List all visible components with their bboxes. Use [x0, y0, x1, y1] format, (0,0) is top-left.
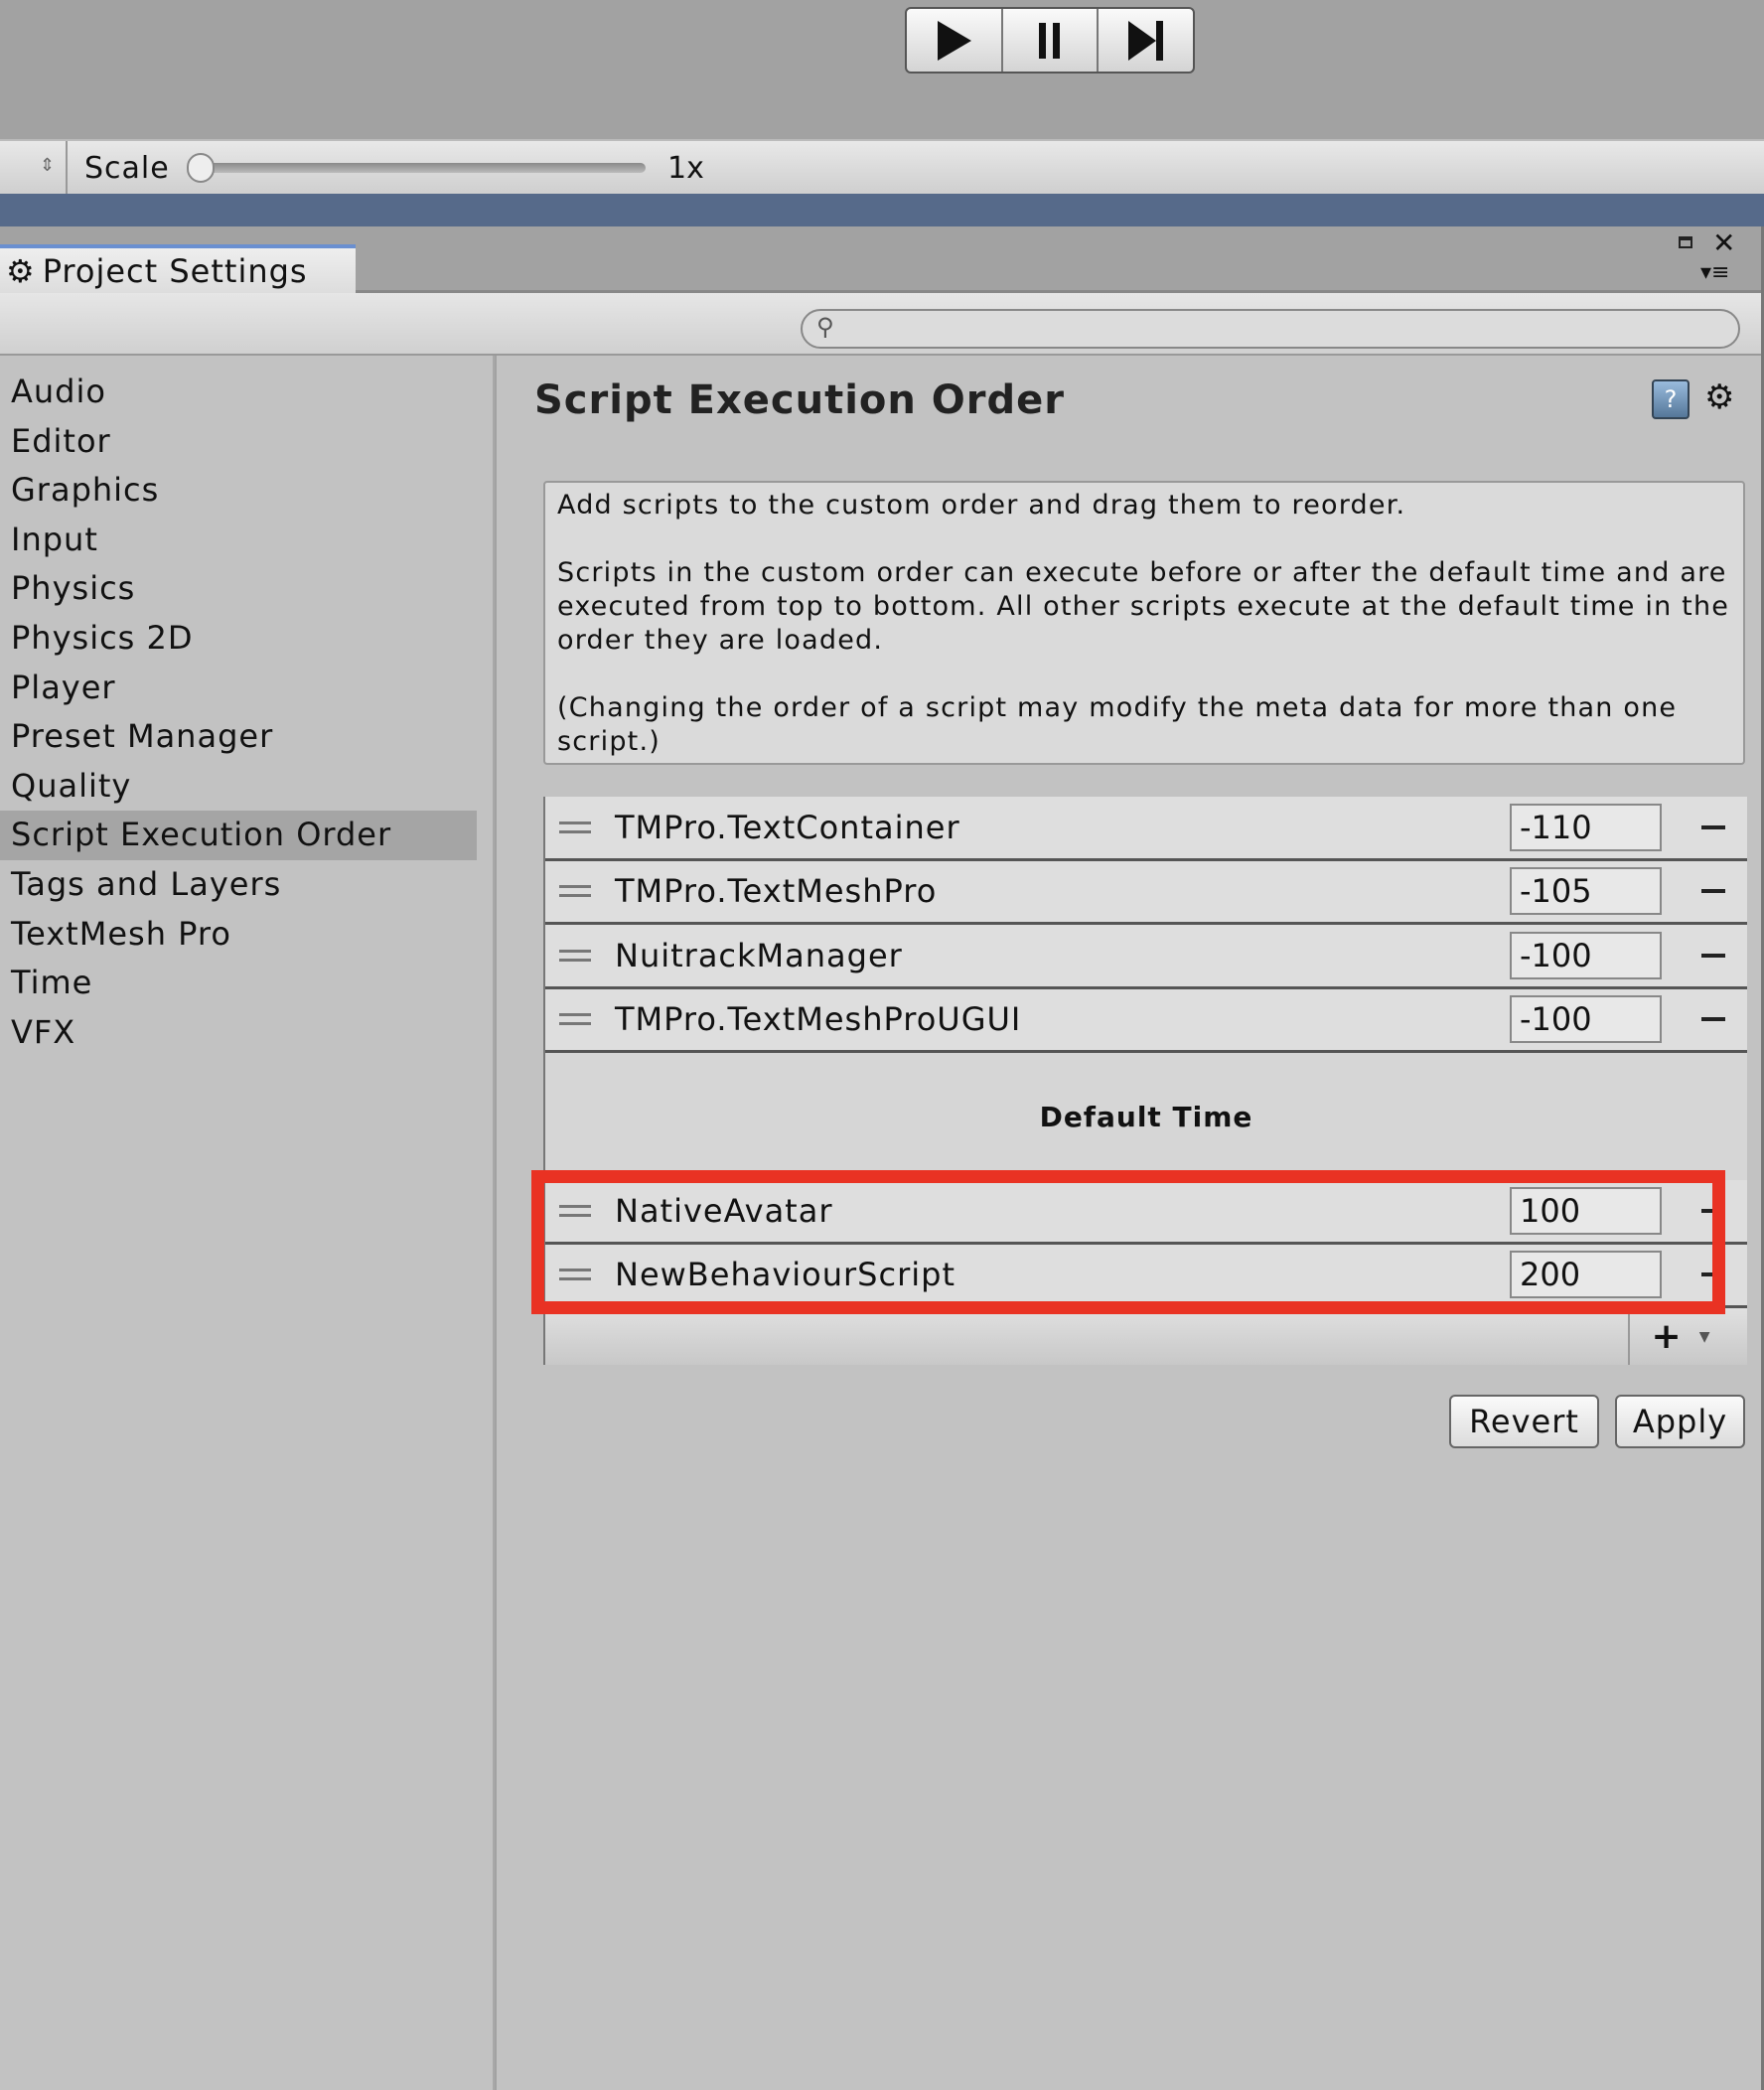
sidebar-item-textmesh-pro[interactable]: TextMesh Pro — [0, 910, 477, 960]
sidebar-item-quality[interactable]: Quality — [0, 762, 477, 812]
sidebar-item-player[interactable]: Player — [0, 664, 477, 713]
help-box: Add scripts to the custom order and drag… — [543, 481, 1745, 765]
order-field[interactable]: -100 — [1510, 995, 1662, 1044]
list-item[interactable]: NuitrackManager -100 — [545, 925, 1747, 989]
script-name: NativeAvatar — [615, 1191, 833, 1230]
help-book-icon[interactable]: ? — [1652, 379, 1690, 419]
sidebar-item-tags-and-layers[interactable]: Tags and Layers — [0, 860, 477, 910]
sidebar-item-input[interactable]: Input — [0, 516, 477, 565]
order-field[interactable]: 200 — [1510, 1251, 1662, 1299]
page-title: Script Execution Order — [534, 377, 1066, 423]
add-script-button[interactable]: + ▼ — [1628, 1308, 1731, 1365]
revert-button[interactable]: Revert — [1449, 1395, 1599, 1448]
play-button[interactable] — [907, 9, 1003, 72]
settings-gear-icon[interactable]: ⚙ — [1704, 377, 1734, 417]
sidebar-item-script-execution-order[interactable]: Script Execution Order — [0, 811, 477, 860]
help-text: (Changing the order of a script may modi… — [557, 692, 1678, 757]
drag-handle-icon[interactable] — [559, 1013, 591, 1026]
playback-controls — [905, 7, 1195, 74]
tab-title: Project Settings — [42, 251, 308, 290]
pause-button[interactable] — [1003, 9, 1100, 72]
sidebar-item-time[interactable]: Time — [0, 959, 477, 1008]
sidebar-item-preset-manager[interactable]: Preset Manager — [0, 712, 477, 762]
menu-icon[interactable]: ▾≡ — [1700, 260, 1729, 285]
sidebar-item-editor[interactable]: Editor — [0, 417, 477, 467]
scale-label: Scale — [84, 151, 170, 186]
gear-icon: ⚙ — [6, 251, 35, 290]
script-name: NuitrackManager — [615, 936, 903, 974]
order-field[interactable]: -105 — [1510, 867, 1662, 916]
drag-handle-icon[interactable] — [559, 821, 591, 833]
drag-handle-icon[interactable] — [559, 885, 591, 898]
help-text: Scripts in the custom order can execute … — [557, 557, 1730, 656]
drag-handle-icon[interactable] — [559, 1204, 591, 1217]
execution-order-list: TMPro.TextContainer -110 TMPro.TextMeshPr… — [543, 797, 1747, 1365]
remove-icon[interactable] — [1701, 1272, 1725, 1277]
pause-icon — [1039, 22, 1060, 59]
help-text: Add scripts to the custom order and drag… — [557, 490, 1406, 521]
search-input[interactable]: ⚲ — [801, 309, 1740, 349]
search-icon: ⚲ — [816, 313, 834, 341]
remove-icon[interactable] — [1701, 1208, 1725, 1213]
tab-bar: ⚙ Project Settings ✕ ▾≡ — [0, 226, 1761, 293]
sidebar-item-physics[interactable]: Physics — [0, 564, 477, 614]
sidebar-item-physics-2d[interactable]: Physics 2D — [0, 614, 477, 664]
drag-handle-icon[interactable] — [559, 949, 591, 962]
list-footer: + ▼ — [545, 1308, 1747, 1365]
settings-sidebar: Audio Editor Graphics Input Physics Phys… — [0, 356, 495, 2090]
scale-slider[interactable] — [189, 163, 646, 173]
play-icon — [938, 20, 972, 61]
maximize-icon[interactable] — [1679, 236, 1692, 248]
sidebar-item-graphics[interactable]: Graphics — [0, 466, 477, 516]
drag-handle-icon[interactable] — [559, 1269, 591, 1281]
remove-icon[interactable] — [1701, 1017, 1725, 1022]
scale-slider-thumb[interactable] — [187, 153, 215, 183]
step-icon — [1127, 20, 1163, 61]
list-item[interactable]: NewBehaviourScript 200 — [545, 1244, 1747, 1308]
order-field[interactable]: -100 — [1510, 931, 1662, 979]
sidebar-item-audio[interactable]: Audio — [0, 368, 477, 417]
order-field[interactable]: 100 — [1510, 1186, 1662, 1235]
divider — [66, 141, 68, 194]
list-item[interactable]: TMPro.TextContainer -110 — [545, 797, 1747, 861]
step-button[interactable] — [1099, 9, 1193, 72]
list-item[interactable]: TMPro.TextMeshProUGUI -100 — [545, 988, 1747, 1053]
close-icon[interactable]: ✕ — [1712, 226, 1735, 259]
default-time-label: Default Time — [545, 1053, 1747, 1180]
resize-arrows-icon[interactable]: ⇕ — [40, 155, 55, 176]
list-item[interactable]: NativeAvatar 100 — [545, 1180, 1747, 1245]
scale-value: 1x — [667, 151, 704, 186]
remove-icon[interactable] — [1701, 824, 1725, 829]
tab-project-settings[interactable]: ⚙ Project Settings — [0, 244, 356, 293]
remove-icon[interactable] — [1701, 953, 1725, 958]
search-toolbar: ⚲ — [0, 293, 1761, 356]
window-separator — [0, 194, 1764, 226]
order-field[interactable]: -110 — [1510, 803, 1662, 851]
sidebar-item-vfx[interactable]: VFX — [0, 1008, 477, 1058]
script-name: TMPro.TextMeshProUGUI — [615, 1000, 1022, 1039]
apply-button[interactable]: Apply — [1615, 1395, 1745, 1448]
script-name: TMPro.TextContainer — [615, 808, 960, 846]
plus-icon: + — [1651, 1316, 1682, 1357]
list-item[interactable]: TMPro.TextMeshPro -105 — [545, 860, 1747, 925]
script-name: TMPro.TextMeshPro — [615, 872, 938, 911]
remove-icon[interactable] — [1701, 889, 1725, 894]
game-view-toolbar: ⇕ Scale 1x — [0, 139, 1764, 194]
script-name: NewBehaviourScript — [615, 1256, 956, 1294]
dropdown-arrow-icon: ▼ — [1698, 1328, 1710, 1345]
